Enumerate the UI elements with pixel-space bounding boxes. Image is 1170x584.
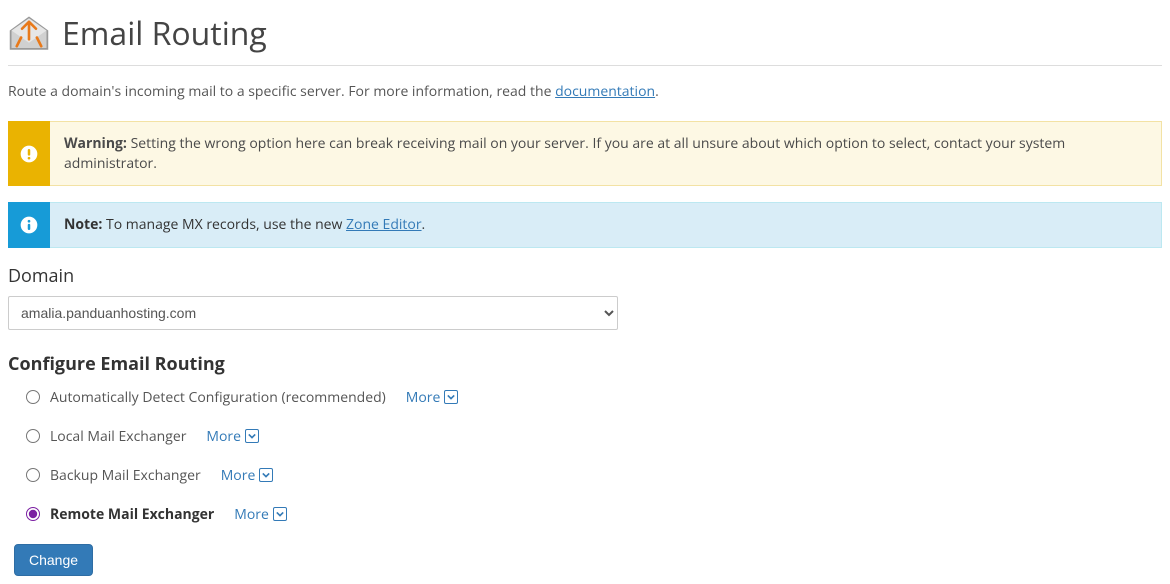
domain-select[interactable]: amalia.panduanhosting.com xyxy=(8,296,618,330)
radio-option-backup[interactable]: Backup Mail Exchanger More xyxy=(26,466,1162,485)
description-text: Route a domain's incoming mail to a spec… xyxy=(8,82,555,101)
info-prefix: To manage MX records, use the new xyxy=(102,215,346,234)
zone-editor-link[interactable]: Zone Editor xyxy=(346,215,422,234)
radio-local[interactable] xyxy=(26,429,40,443)
page-title: Email Routing xyxy=(62,12,267,55)
radio-label: Remote Mail Exchanger xyxy=(50,505,214,524)
chevron-down-icon xyxy=(444,390,458,404)
more-label: More xyxy=(406,388,441,407)
radio-remote[interactable] xyxy=(26,507,40,521)
documentation-link[interactable]: documentation xyxy=(555,82,655,101)
warning-text: Setting the wrong option here can break … xyxy=(64,134,1065,173)
radio-backup[interactable] xyxy=(26,468,40,482)
info-body: Note: To manage MX records, use the new … xyxy=(50,202,1162,248)
domain-label: Domain xyxy=(8,264,1162,288)
more-label: More xyxy=(234,505,269,524)
more-label: More xyxy=(221,466,256,485)
radio-label: Automatically Detect Configuration (reco… xyxy=(50,388,386,407)
radio-label: Local Mail Exchanger xyxy=(50,427,186,446)
page-description: Route a domain's incoming mail to a spec… xyxy=(8,82,1162,101)
chevron-down-icon xyxy=(273,507,287,521)
radio-label: Backup Mail Exchanger xyxy=(50,466,201,485)
more-toggle[interactable]: More xyxy=(234,505,287,524)
radio-option-auto[interactable]: Automatically Detect Configuration (reco… xyxy=(26,388,1162,407)
radio-option-remote[interactable]: Remote Mail Exchanger More xyxy=(26,505,1162,524)
more-label: More xyxy=(206,427,241,446)
info-label: Note: xyxy=(64,215,102,234)
chevron-down-icon xyxy=(245,429,259,443)
radio-option-local[interactable]: Local Mail Exchanger More xyxy=(26,427,1162,446)
warning-alert: Warning: Setting the wrong option here c… xyxy=(8,121,1162,186)
radio-list: Automatically Detect Configuration (reco… xyxy=(8,388,1162,524)
warning-label: Warning: xyxy=(64,134,127,153)
more-toggle[interactable]: More xyxy=(206,427,259,446)
change-button[interactable]: Change xyxy=(14,544,93,576)
warning-body: Warning: Setting the wrong option here c… xyxy=(50,121,1162,186)
chevron-down-icon xyxy=(259,468,273,482)
more-toggle[interactable]: More xyxy=(406,388,459,407)
info-icon xyxy=(8,202,50,248)
config-title: Configure Email Routing xyxy=(8,352,1162,376)
page-header: Email Routing xyxy=(8,8,1162,66)
warning-icon xyxy=(8,121,50,186)
more-toggle[interactable]: More xyxy=(221,466,274,485)
description-suffix: . xyxy=(655,82,659,101)
email-routing-icon xyxy=(8,13,50,55)
info-suffix: . xyxy=(422,215,426,234)
info-alert: Note: To manage MX records, use the new … xyxy=(8,202,1162,248)
radio-auto[interactable] xyxy=(26,390,40,404)
